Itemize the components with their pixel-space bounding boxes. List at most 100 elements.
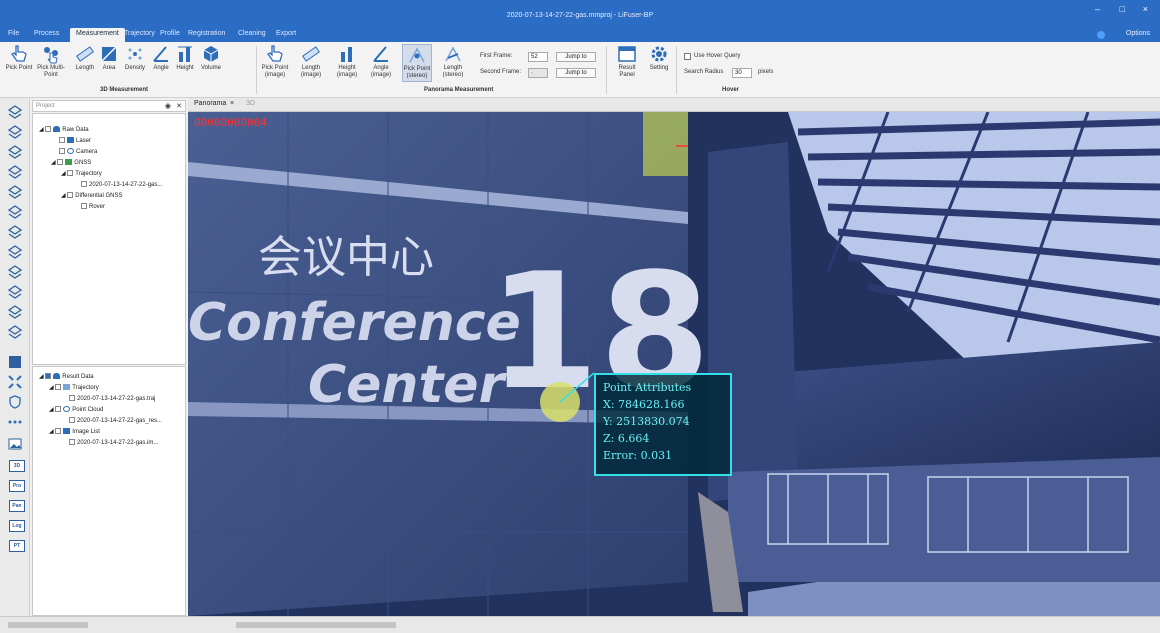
layer-icon[interactable] (7, 244, 23, 260)
volume-button[interactable]: Volume (196, 44, 226, 72)
tree-item[interactable]: ◢ Raw Data (39, 126, 89, 133)
menu-trajectory[interactable]: Trajectory (124, 30, 155, 37)
panel-close-icon[interactable]: ✕ (176, 102, 182, 110)
angle-image-button[interactable]: Angle (image) (366, 44, 396, 79)
point-x-value: X: 784628.166 (603, 398, 685, 411)
first-frame-input[interactable]: 52 (528, 52, 548, 62)
maximize-button[interactable]: □ (1120, 4, 1125, 14)
menu-process[interactable]: Process (34, 30, 59, 37)
point-attributes-title: Point Attributes (603, 381, 692, 394)
second-frame-input[interactable]: - (528, 68, 548, 78)
pixels-label: pixels (758, 69, 774, 75)
tree-item[interactable]: ◢ Point Cloud (49, 406, 103, 413)
ruler-icon (302, 46, 320, 62)
result-panel-button[interactable]: Result Panel (612, 44, 642, 79)
layer-icon[interactable] (7, 124, 23, 140)
layer-icon[interactable] (7, 284, 23, 300)
setting-button[interactable]: Setting (644, 44, 674, 72)
density-icon (128, 48, 142, 60)
first-frame-label: First Frame: (480, 53, 513, 59)
cube-icon (203, 46, 219, 62)
shield-icon[interactable] (7, 394, 23, 410)
frame-id-label: 00000000004 (194, 116, 267, 129)
hand-pointer-icon (267, 45, 283, 62)
layer-icon[interactable] (7, 184, 23, 200)
tool-pan[interactable]: Pan (9, 500, 25, 512)
jump-to-second-button[interactable]: Jump to (556, 68, 596, 78)
pick-multi-point-button[interactable]: Pick Multi-Point (36, 44, 66, 79)
menu-measurement[interactable]: Measurement (70, 28, 125, 42)
tree-item[interactable]: 2020-07-13-14-27-22-gas.traj (69, 395, 155, 402)
sign-conference: Conference (188, 293, 521, 353)
tool-pt[interactable]: PT (9, 540, 25, 552)
project-search[interactable]: Project ◉ ✕ (32, 100, 186, 112)
arrows-icon[interactable] (7, 374, 23, 390)
tree-item[interactable]: ◢ Image List (49, 428, 100, 435)
tool-3d[interactable]: 3D (9, 460, 25, 472)
layer-icon[interactable] (7, 204, 23, 220)
layer-icon[interactable] (7, 164, 23, 180)
tree-item[interactable]: ◢ Differential GNSS (61, 192, 123, 199)
close-button[interactable]: × (1143, 4, 1148, 14)
tree-item[interactable]: ◢ Trajectory (61, 170, 102, 177)
tree-item[interactable]: ◢ Result Data (39, 373, 94, 380)
pin-icon[interactable]: ◉ (165, 102, 171, 110)
tree-item[interactable]: Laser (59, 137, 91, 144)
group-panorama-label: Panorama Measurement (424, 87, 494, 93)
tree-item[interactable]: 2020-07-13-14-27-22-gas_res... (69, 417, 162, 424)
layer-icon[interactable] (7, 144, 23, 160)
tree-item[interactable]: ◢ Trajectory (49, 384, 99, 391)
search-radius-input[interactable]: 30 (732, 68, 752, 78)
raw-data-tree: ◢ Raw Data Laser Camera ◢ GNSS ◢ Traject… (32, 113, 186, 365)
tab-panorama[interactable]: Panorama (194, 100, 226, 107)
dots-icon[interactable] (7, 414, 23, 430)
jump-to-first-button[interactable]: Jump to (556, 52, 596, 62)
pick-point-stereo-button[interactable]: Pick Point (stereo) (402, 44, 432, 82)
ribbon-separator (256, 46, 257, 94)
length-image-button[interactable]: Length (image) (296, 44, 326, 79)
sign-chinese: 会议中心 (258, 232, 434, 283)
layer-icon[interactable] (7, 224, 23, 240)
tree-item[interactable]: 2020-07-13-14-27-22-gas.im... (69, 439, 158, 446)
project-search-placeholder: Project (36, 103, 55, 109)
height-image-button[interactable]: Height (image) (332, 44, 362, 79)
title-bar: 2020-07-13-14-27-22-gas.mmproj - LiFuser… (0, 0, 1160, 28)
height-icon (178, 46, 192, 62)
pick-point-image-button[interactable]: Pick Point (image) (260, 44, 290, 79)
layer-icon[interactable] (7, 104, 23, 120)
tree-item[interactable]: ◢ GNSS (51, 159, 91, 166)
menu-export[interactable]: Export (276, 30, 296, 37)
tree-item[interactable]: Camera (59, 148, 97, 155)
stereo-point-icon (409, 47, 425, 63)
group-3d-label: 3D Measurement (100, 87, 149, 93)
tab-3d[interactable]: 3D (246, 100, 255, 107)
tab-close-icon[interactable]: × (230, 100, 234, 107)
image-icon[interactable] (7, 436, 23, 452)
pick-point-button[interactable]: Pick Point (4, 44, 34, 72)
status-bar (0, 616, 1160, 633)
ruler-icon (76, 46, 94, 62)
tool-pro[interactable]: Pro (9, 480, 25, 492)
layer-icon[interactable] (7, 324, 23, 340)
point-error-value: Error: 0.031 (603, 449, 673, 462)
tool-log[interactable]: Log (9, 520, 25, 532)
hover-query-checkbox[interactable] (684, 53, 691, 60)
window-title: 2020-07-13-14-27-22-gas.mmproj - LiFuser… (506, 12, 654, 19)
menu-registration[interactable]: Registration (188, 30, 225, 37)
menu-profile[interactable]: Profile (160, 30, 180, 37)
menu-cleaning[interactable]: Cleaning (238, 30, 266, 37)
sign-center: Center (308, 355, 508, 415)
panel-icon (618, 46, 636, 62)
options-icon[interactable] (1097, 31, 1105, 39)
menu-file[interactable]: File (8, 30, 19, 37)
tree-item[interactable]: Rover (81, 203, 105, 210)
expand-icon[interactable] (7, 354, 23, 370)
length-stereo-button[interactable]: Length (stereo) (438, 44, 468, 79)
point-attributes-popup: Point Attributes X: 784628.166 Y: 251383… (594, 373, 732, 476)
panorama-viewport[interactable]: 会议中心 Conference Center 18 00000000004 Po… (188, 112, 1160, 616)
tree-item[interactable]: 2020-07-13-14-27-22-gas... (81, 181, 162, 188)
layer-icon[interactable] (7, 304, 23, 320)
options-menu[interactable]: Options (1126, 30, 1150, 37)
minimize-button[interactable]: – (1095, 4, 1100, 14)
layer-icon[interactable] (7, 264, 23, 280)
